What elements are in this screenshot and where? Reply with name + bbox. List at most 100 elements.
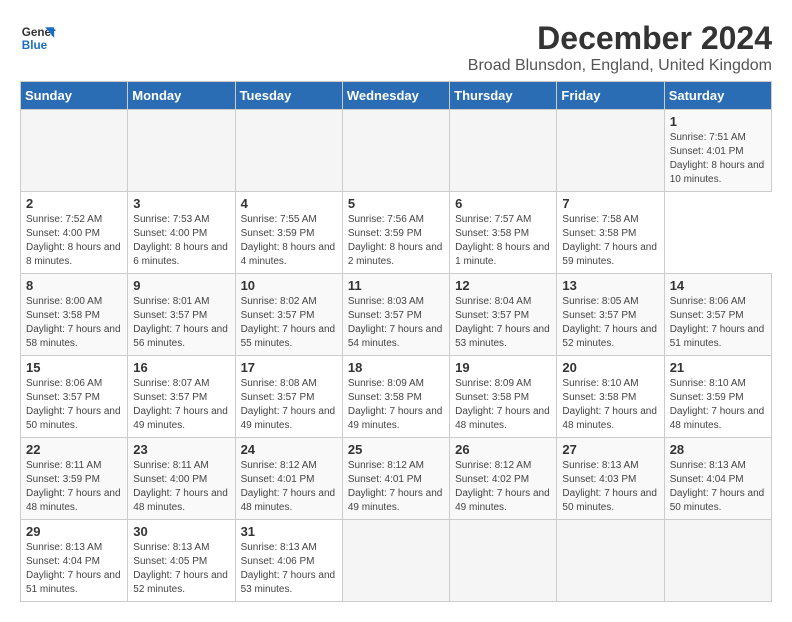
calendar-cell: 28Sunrise: 8:13 AMSunset: 4:04 PMDayligh… [664,438,771,520]
day-number: 14 [670,278,766,293]
day-detail: Sunrise: 8:02 AMSunset: 3:57 PMDaylight:… [241,295,337,351]
calendar-cell: 23 Sunrise: 8:11 AMSunset: 4:00 PMDayligh… [128,438,235,520]
calendar-cell: 11 Sunrise: 8:03 AMSunset: 3:57 PMDayligh… [342,274,449,356]
day-detail: Sunrise: 8:11 AMSunset: 4:00 PMDaylight:… [133,459,229,515]
calendar-cell: 12Sunrise: 8:04 AMSunset: 3:57 PMDayligh… [450,274,557,356]
day-number: 29 [26,524,122,539]
calendar-cell [557,520,664,602]
calendar-cell: 19Sunrise: 8:09 AMSunset: 3:58 PMDayligh… [450,356,557,438]
calendar-week-row: 22 Sunrise: 8:11 AMSunset: 3:59 PMDayligh… [21,438,772,520]
calendar-cell: 6Sunrise: 7:57 AMSunset: 3:58 PMDaylight… [450,192,557,274]
day-detail: Sunrise: 8:10 AMSunset: 3:58 PMDaylight:… [562,377,658,433]
day-number: 30 [133,524,229,539]
calendar-cell: 2Sunrise: 7:52 AMSunset: 4:00 PMDaylight… [21,192,128,274]
day-number: 7 [562,196,658,211]
day-detail: Sunrise: 8:05 AMSunset: 3:57 PMDaylight:… [562,295,658,351]
day-number: 20 [562,360,658,375]
calendar-cell: 20 Sunrise: 8:10 AMSunset: 3:58 PMDayligh… [557,356,664,438]
day-number: 18 [348,360,444,375]
col-header-monday: Monday [128,82,235,110]
calendar-body: 1 Sunrise: 7:51 AMSunset: 4:01 PMDaylight… [21,110,772,602]
day-number: 1 [670,114,766,129]
calendar-cell [450,110,557,192]
page-header: General Blue December 2024 Broad Blunsdo… [20,20,772,75]
day-number: 9 [133,278,229,293]
day-number: 10 [241,278,337,293]
day-detail: Sunrise: 7:58 AMSunset: 3:58 PMDaylight:… [562,213,658,269]
calendar-cell: 10 Sunrise: 8:02 AMSunset: 3:57 PMDayligh… [235,274,342,356]
calendar-cell [342,520,449,602]
page-title: December 2024 [468,20,772,57]
day-number: 15 [26,360,122,375]
col-header-saturday: Saturday [664,82,771,110]
day-number: 27 [562,442,658,457]
page-subtitle: Broad Blunsdon, England, United Kingdom [468,57,772,75]
calendar-cell: 22 Sunrise: 8:11 AMSunset: 3:59 PMDayligh… [21,438,128,520]
title-area: December 2024 Broad Blunsdon, England, U… [468,20,772,75]
day-detail: Sunrise: 8:06 AMSunset: 3:57 PMDaylight:… [26,377,122,433]
day-number: 21 [670,360,766,375]
day-number: 19 [455,360,551,375]
col-header-tuesday: Tuesday [235,82,342,110]
calendar-cell [557,110,664,192]
day-number: 5 [348,196,444,211]
day-detail: Sunrise: 7:51 AMSunset: 4:01 PMDaylight:… [670,131,766,187]
calendar-week-row: 29 Sunrise: 8:13 AMSunset: 4:04 PMDayligh… [21,520,772,602]
day-detail: Sunrise: 8:12 AMSunset: 4:01 PMDaylight:… [348,459,444,515]
calendar-cell: 9 Sunrise: 8:01 AMSunset: 3:57 PMDaylight… [128,274,235,356]
day-detail: Sunrise: 8:03 AMSunset: 3:57 PMDaylight:… [348,295,444,351]
calendar-cell: 1 Sunrise: 7:51 AMSunset: 4:01 PMDaylight… [664,110,771,192]
day-detail: Sunrise: 8:09 AMSunset: 3:58 PMDaylight:… [348,377,444,433]
day-number: 23 [133,442,229,457]
day-detail: Sunrise: 8:13 AMSunset: 4:03 PMDaylight:… [562,459,658,515]
day-number: 6 [455,196,551,211]
logo: General Blue [20,20,56,56]
calendar-cell [450,520,557,602]
col-header-thursday: Thursday [450,82,557,110]
calendar-cell: 30 Sunrise: 8:13 AMSunset: 4:05 PMDayligh… [128,520,235,602]
calendar-cell: 21 Sunrise: 8:10 AMSunset: 3:59 PMDayligh… [664,356,771,438]
calendar-week-row: 15 Sunrise: 8:06 AMSunset: 3:57 PMDayligh… [21,356,772,438]
day-number: 22 [26,442,122,457]
calendar-cell [235,110,342,192]
day-number: 2 [26,196,122,211]
calendar-cell: 17Sunrise: 8:08 AMSunset: 3:57 PMDayligh… [235,356,342,438]
day-detail: Sunrise: 7:56 AMSunset: 3:59 PMDaylight:… [348,213,444,269]
calendar-cell [664,520,771,602]
day-number: 13 [562,278,658,293]
calendar-week-row: 2Sunrise: 7:52 AMSunset: 4:00 PMDaylight… [21,192,772,274]
day-number: 16 [133,360,229,375]
calendar-cell: 26 Sunrise: 8:12 AMSunset: 4:02 PMDayligh… [450,438,557,520]
day-number: 24 [241,442,337,457]
calendar-cell: 3Sunrise: 7:53 AMSunset: 4:00 PMDaylight… [128,192,235,274]
svg-text:Blue: Blue [22,39,48,52]
day-detail: Sunrise: 8:07 AMSunset: 3:57 PMDaylight:… [133,377,229,433]
calendar-cell: 8Sunrise: 8:00 AMSunset: 3:58 PMDaylight… [21,274,128,356]
day-detail: Sunrise: 8:13 AMSunset: 4:05 PMDaylight:… [133,541,229,597]
day-detail: Sunrise: 8:12 AMSunset: 4:02 PMDaylight:… [455,459,551,515]
calendar-week-row: 8Sunrise: 8:00 AMSunset: 3:58 PMDaylight… [21,274,772,356]
calendar-header-row: SundayMondayTuesdayWednesdayThursdayFrid… [21,82,772,110]
calendar-cell: 25 Sunrise: 8:12 AMSunset: 4:01 PMDayligh… [342,438,449,520]
day-detail: Sunrise: 7:55 AMSunset: 3:59 PMDaylight:… [241,213,337,269]
day-number: 8 [26,278,122,293]
calendar-cell: 15 Sunrise: 8:06 AMSunset: 3:57 PMDayligh… [21,356,128,438]
day-detail: Sunrise: 8:12 AMSunset: 4:01 PMDaylight:… [241,459,337,515]
day-number: 26 [455,442,551,457]
calendar-cell: 31Sunrise: 8:13 AMSunset: 4:06 PMDayligh… [235,520,342,602]
col-header-wednesday: Wednesday [342,82,449,110]
day-number: 25 [348,442,444,457]
day-number: 17 [241,360,337,375]
day-detail: Sunrise: 8:01 AMSunset: 3:57 PMDaylight:… [133,295,229,351]
calendar-cell: 24 Sunrise: 8:12 AMSunset: 4:01 PMDayligh… [235,438,342,520]
day-detail: Sunrise: 8:10 AMSunset: 3:59 PMDaylight:… [670,377,766,433]
calendar-cell: 7 Sunrise: 7:58 AMSunset: 3:58 PMDaylight… [557,192,664,274]
day-detail: Sunrise: 8:13 AMSunset: 4:04 PMDaylight:… [26,541,122,597]
calendar-cell: 5 Sunrise: 7:56 AMSunset: 3:59 PMDaylight… [342,192,449,274]
day-number: 3 [133,196,229,211]
calendar-cell: 18 Sunrise: 8:09 AMSunset: 3:58 PMDayligh… [342,356,449,438]
day-detail: Sunrise: 8:11 AMSunset: 3:59 PMDaylight:… [26,459,122,515]
calendar-cell: 4Sunrise: 7:55 AMSunset: 3:59 PMDaylight… [235,192,342,274]
day-number: 11 [348,278,444,293]
day-detail: Sunrise: 8:06 AMSunset: 3:57 PMDaylight:… [670,295,766,351]
